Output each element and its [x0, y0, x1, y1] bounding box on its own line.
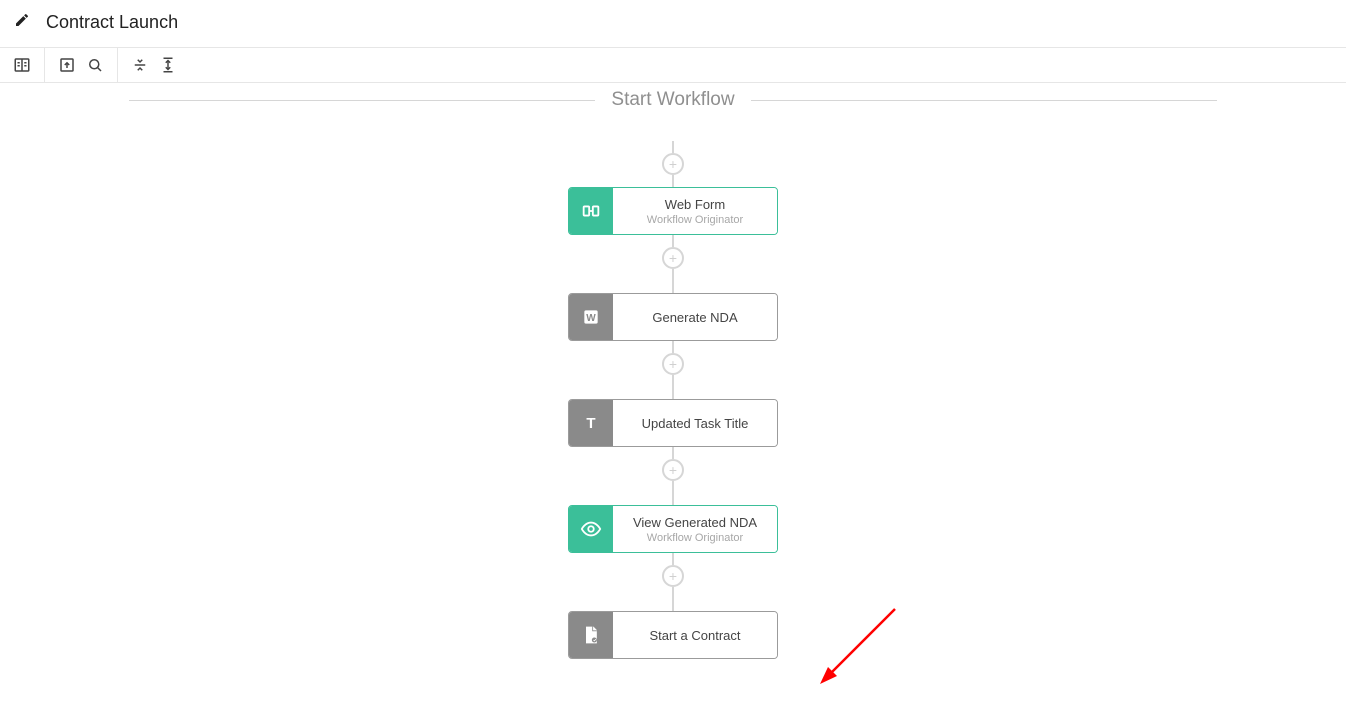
node-body: Updated Task Title	[613, 400, 777, 446]
add-step-button[interactable]: +	[662, 565, 684, 587]
text-icon: T	[569, 400, 613, 446]
edit-icon[interactable]	[14, 12, 46, 33]
connector-line	[672, 553, 674, 565]
workflow-node-web-form[interactable]: Web Form Workflow Originator	[568, 187, 778, 235]
connector-line	[672, 481, 674, 505]
workflow-node-start-a-contract[interactable]: Start a Contract	[568, 611, 778, 659]
workflow-canvas: Start Workflow + Web Form Workflow Origi…	[0, 89, 1346, 659]
svg-text:W: W	[586, 313, 596, 324]
connector: +	[662, 141, 684, 187]
node-title: Start a Contract	[649, 628, 740, 643]
eye-icon	[569, 506, 613, 552]
connector-line	[672, 375, 674, 399]
workflow-node-updated-task-title[interactable]: T Updated Task Title	[568, 399, 778, 447]
connector-line	[672, 141, 674, 153]
connector-line	[672, 587, 674, 611]
node-title: View Generated NDA	[633, 515, 757, 530]
form-icon	[569, 188, 613, 234]
connector-line	[672, 447, 674, 459]
connector-line	[672, 341, 674, 353]
connector-line	[672, 235, 674, 247]
collapse-vertical-button[interactable]	[126, 51, 154, 79]
page-title: Contract Launch	[46, 12, 178, 33]
node-subtitle: Workflow Originator	[647, 532, 743, 544]
add-step-button[interactable]: +	[662, 153, 684, 175]
node-body: Start a Contract	[613, 612, 777, 658]
node-body: Web Form Workflow Originator	[613, 188, 777, 234]
section-title: Start Workflow	[595, 89, 750, 111]
node-title: Web Form	[665, 197, 725, 212]
search-button[interactable]	[81, 51, 109, 79]
add-step-button[interactable]: +	[662, 247, 684, 269]
toolbar	[0, 47, 1346, 83]
workflow-node-generate-nda[interactable]: W Generate NDA	[568, 293, 778, 341]
toggle-sidebar-button[interactable]	[8, 51, 36, 79]
contract-file-icon	[569, 612, 613, 658]
connector-line	[672, 175, 674, 187]
upload-button[interactable]	[53, 51, 81, 79]
add-step-button[interactable]: +	[662, 353, 684, 375]
connector: +	[662, 235, 684, 293]
expand-vertical-button[interactable]	[154, 51, 182, 79]
add-step-button[interactable]: +	[662, 459, 684, 481]
workflow-node-view-generated-nda[interactable]: View Generated NDA Workflow Originator	[568, 505, 778, 553]
svg-text:T: T	[586, 415, 595, 432]
node-body: Generate NDA	[613, 294, 777, 340]
node-title: Updated Task Title	[642, 416, 749, 431]
connector: +	[662, 341, 684, 399]
connector: +	[662, 553, 684, 611]
header: Contract Launch	[0, 0, 1346, 47]
word-doc-icon: W	[569, 294, 613, 340]
connector-line	[672, 269, 674, 293]
workflow-flow: + Web Form Workflow Originator + W Gener	[0, 141, 1346, 659]
node-subtitle: Workflow Originator	[647, 214, 743, 226]
section-divider: Start Workflow	[129, 89, 1217, 111]
node-body: View Generated NDA Workflow Originator	[613, 506, 777, 552]
connector: +	[662, 447, 684, 505]
node-title: Generate NDA	[652, 310, 737, 325]
